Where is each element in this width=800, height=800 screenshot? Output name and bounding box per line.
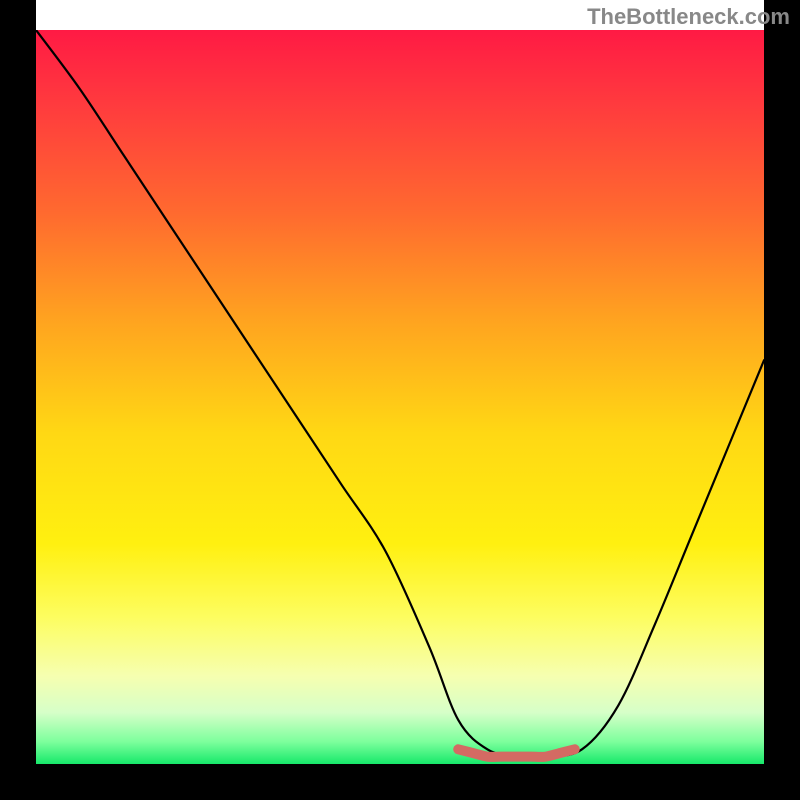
curve-layer <box>36 30 764 764</box>
optimal-zone-path <box>458 749 574 757</box>
axis-bottom-border <box>0 764 800 800</box>
attribution-watermark: TheBottleneck.com <box>587 4 790 30</box>
bottleneck-chart: TheBottleneck.com <box>0 0 800 800</box>
axis-right-border <box>764 0 800 800</box>
axis-left-border <box>0 0 36 800</box>
bottleneck-curve-path <box>36 30 764 758</box>
plot-area <box>36 30 764 764</box>
